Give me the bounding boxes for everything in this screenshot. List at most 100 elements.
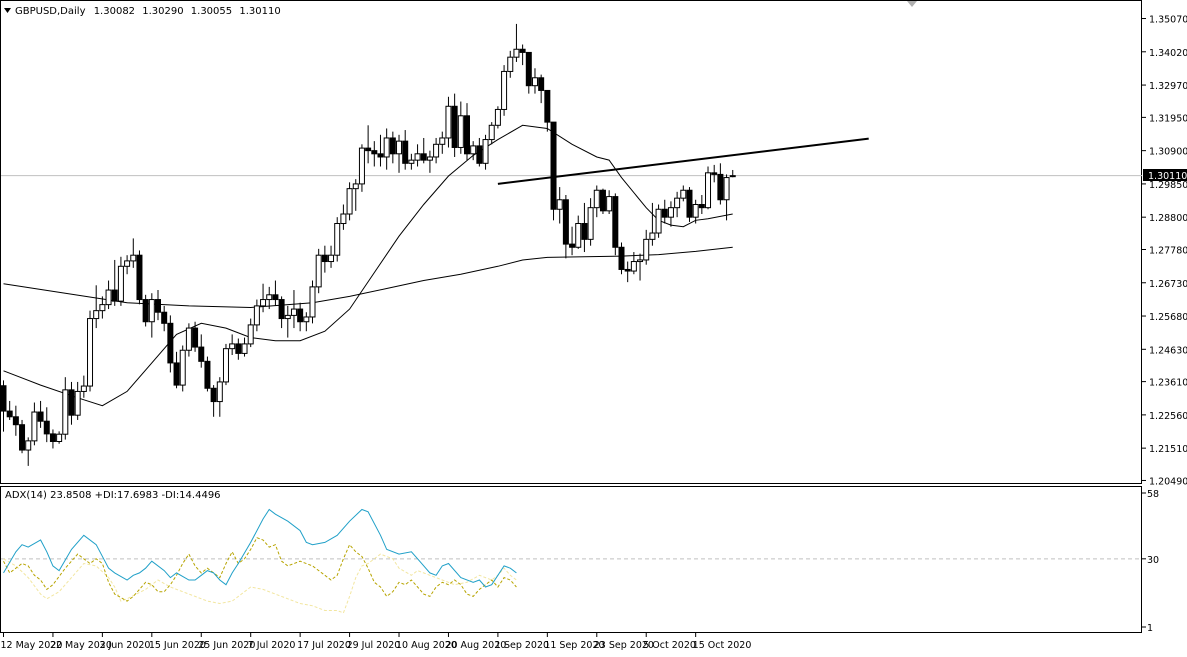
candle-body-bull — [494, 108, 501, 126]
price-tick-label: 1.28800 — [1149, 213, 1187, 224]
candle-body-bear — [661, 208, 668, 218]
price-badge-text: 1.30110 — [1148, 171, 1187, 182]
candle-body-bull — [531, 77, 538, 87]
time-tick-label: 1 Sep 2020 — [495, 640, 549, 651]
candle-body-bull — [222, 348, 229, 383]
candle — [136, 250, 143, 305]
candle — [494, 106, 501, 129]
candle — [705, 166, 712, 210]
price-tick-label: 1.35070 — [1149, 15, 1187, 26]
candle-body-bull — [56, 433, 63, 442]
candle-body-bull — [637, 259, 644, 263]
candle-body-bear — [420, 153, 427, 161]
price-tick-label: 1.22560 — [1149, 411, 1187, 422]
candle-body-bear — [612, 196, 619, 248]
candle-body-bear — [402, 140, 409, 164]
candle-body-bear — [173, 362, 180, 386]
candle-body-bear — [476, 145, 483, 164]
price-badge: 1.30110 — [1143, 169, 1187, 182]
candle-body-bull — [556, 199, 563, 210]
price-tick-label: 1.20490 — [1149, 476, 1187, 487]
ohlc-close: 1.30110 — [239, 6, 280, 17]
candle-body-bear — [19, 424, 26, 451]
candle-body-bear — [49, 433, 56, 442]
candle-body-bull — [383, 137, 390, 158]
chart-canvas[interactable]: 1.350701.340201.329701.319501.309001.298… — [0, 0, 1187, 653]
candle — [501, 65, 508, 116]
candle — [618, 242, 625, 275]
adx-tick-label: 30 — [1147, 555, 1159, 566]
candle — [655, 204, 662, 238]
candle-body-bear — [519, 48, 526, 53]
candle-body-bear — [111, 289, 118, 302]
candle — [315, 248, 322, 294]
candle-body-bull — [130, 254, 137, 262]
candle-body-bear — [538, 77, 545, 91]
price-tick-label: 1.25680 — [1149, 312, 1187, 323]
price-tick-label: 1.31950 — [1149, 113, 1187, 124]
candle-body-bull — [284, 314, 291, 320]
candle — [599, 188, 606, 215]
candle-body-bull — [680, 189, 687, 199]
candle-body-bear — [698, 204, 705, 209]
candle-body-bear — [599, 189, 606, 212]
price-tick-label: 1.21510 — [1149, 444, 1187, 455]
candle-body-bull — [229, 343, 236, 350]
candle-body-bear — [451, 105, 458, 148]
candle — [309, 280, 316, 324]
candle-body-bull — [25, 440, 32, 451]
candle-body-bear — [321, 254, 328, 263]
time-tick-label: 7 Jul 2020 — [248, 640, 296, 651]
time-tick-label: 15 Oct 2020 — [693, 640, 752, 651]
candle-body-bear — [624, 268, 631, 272]
candle-body-bear — [550, 121, 557, 210]
candle — [87, 310, 94, 392]
chart-window: 1.35070 1.34020 1.32970 1.31950 1.30900 1.298… — [0, 0, 1187, 653]
time-tick-label: 17 Jul 2020 — [297, 640, 351, 651]
candle-body-bear — [686, 189, 693, 218]
candle-body-bull — [587, 207, 594, 240]
price-tick-label: 1.30900 — [1149, 147, 1187, 158]
ohlc-low: 1.30055 — [191, 6, 232, 17]
candle — [142, 294, 149, 327]
chart-background — [0, 0, 1187, 653]
price-tick-label: 1.34020 — [1149, 48, 1187, 59]
candle-body-bear — [569, 243, 576, 248]
candle-body-bear — [562, 199, 569, 245]
price-tick-label: 1.26730 — [1149, 279, 1187, 290]
candle — [179, 345, 186, 392]
candle-body-bear — [68, 389, 75, 416]
candle-body-bull — [655, 208, 662, 234]
candle-body-bear — [210, 387, 217, 403]
candle-body-bull — [488, 124, 495, 141]
candle-body-bull — [445, 105, 452, 139]
candle-body-bull — [290, 308, 297, 316]
candle-body-bear — [142, 299, 149, 323]
candle-body-bull — [513, 48, 520, 58]
candle-body-bull — [185, 327, 192, 351]
candle-body-bull — [507, 56, 514, 72]
candle-body-bull — [606, 196, 613, 212]
candle-body-bear — [581, 223, 588, 240]
candle-body-bull — [433, 143, 440, 158]
candle-body-bear — [43, 420, 50, 435]
ohlc-high: 1.30290 — [142, 6, 183, 17]
candle-body-bear — [464, 115, 470, 155]
candle-body-bear — [525, 51, 532, 87]
candle-body-bull — [87, 318, 94, 387]
candle-body-bull — [482, 139, 489, 164]
candle-body-bull — [439, 137, 446, 145]
adx-tick-label: 58 — [1147, 489, 1159, 500]
time-tick-label: 29 Jul 2020 — [347, 640, 401, 651]
candle-body-bull — [148, 299, 155, 323]
candle-body-bull — [80, 385, 87, 392]
candle-body-bear — [198, 346, 205, 362]
time-tick-label: 5 Oct 2020 — [643, 640, 696, 651]
candle-body-bull — [674, 197, 681, 209]
candle-body-bull — [426, 156, 433, 161]
candle-body-bull — [457, 115, 464, 148]
candle-body-bull — [266, 294, 273, 301]
candle-body-bull — [303, 316, 310, 323]
candle-body-bull — [414, 153, 421, 161]
candle-body-bear — [377, 153, 384, 158]
